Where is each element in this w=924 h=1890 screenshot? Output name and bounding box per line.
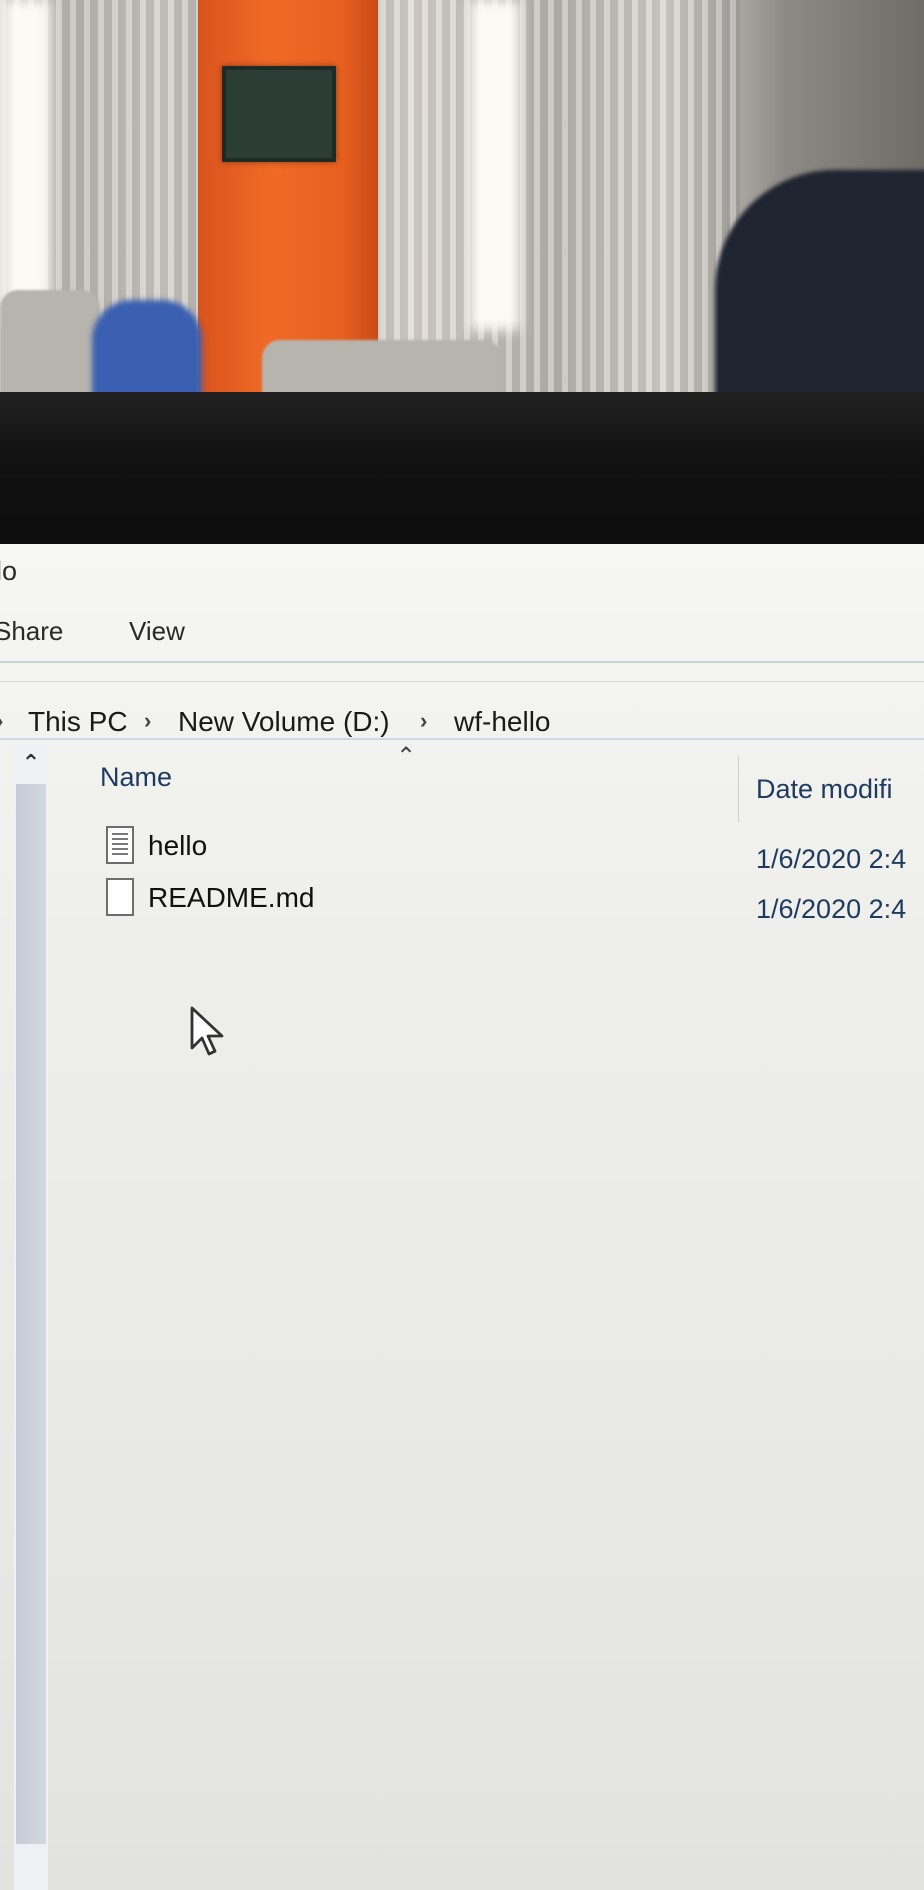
- breadcrumb-wf-hello[interactable]: wf-hello: [454, 706, 550, 738]
- mouse-pointer-icon: [190, 1006, 224, 1056]
- chair-center: [262, 340, 502, 400]
- breadcrumb-new-volume[interactable]: New Volume (D:): [178, 706, 390, 738]
- column-header-name[interactable]: Name: [100, 762, 172, 793]
- file-row[interactable]: hello 1/6/2020 2:4: [96, 822, 924, 874]
- text-file-icon: [106, 826, 134, 864]
- breadcrumb-chevron-icon[interactable]: ›: [144, 708, 151, 734]
- scrollbar-thumb[interactable]: [16, 784, 46, 1844]
- window-light-left: [4, 0, 50, 330]
- ribbon-divider: [0, 661, 924, 663]
- sort-ascending-icon: ⌃: [396, 743, 417, 770]
- column-divider[interactable]: [738, 756, 739, 822]
- wall-painting: [222, 66, 336, 162]
- person-right: [715, 170, 924, 400]
- breadcrumb-this-pc[interactable]: This PC: [28, 706, 128, 738]
- ribbon-tab-share[interactable]: Share: [0, 616, 63, 647]
- breadcrumb-chevron-icon[interactable]: ›: [0, 708, 3, 734]
- column-header-date-modified[interactable]: Date modifi: [756, 774, 893, 805]
- window-light-center: [470, 0, 520, 330]
- file-explorer-window: llo Share View › This PC › New Volume (D…: [0, 544, 924, 1890]
- file-name[interactable]: README.md: [148, 882, 314, 914]
- photo-of-monitor: llo Share View › This PC › New Volume (D…: [0, 0, 924, 1890]
- blank-file-icon: [106, 878, 134, 916]
- person-blue-shirt: [92, 300, 202, 400]
- office-background: [0, 0, 924, 400]
- breadcrumb-chevron-icon[interactable]: ›: [420, 708, 427, 734]
- window-title: llo: [0, 556, 18, 586]
- file-date-modified: 1/6/2020 2:4: [756, 844, 907, 874]
- file-date-modified: 1/6/2020 2:4: [756, 894, 907, 924]
- file-name[interactable]: hello: [148, 830, 207, 862]
- monitor-bezel: [0, 392, 924, 544]
- address-bar[interactable]: › This PC › New Volume (D:) › wf-hello: [0, 682, 924, 742]
- file-row[interactable]: README.md 1/6/2020 2:4: [96, 874, 924, 924]
- ribbon-tab-view[interactable]: View: [129, 616, 185, 647]
- navigation-pane-scrollbar[interactable]: ⌃: [14, 744, 48, 1890]
- address-bar-border: [0, 738, 924, 740]
- chair-left: [0, 290, 100, 400]
- scroll-up-icon[interactable]: ⌃: [14, 750, 48, 780]
